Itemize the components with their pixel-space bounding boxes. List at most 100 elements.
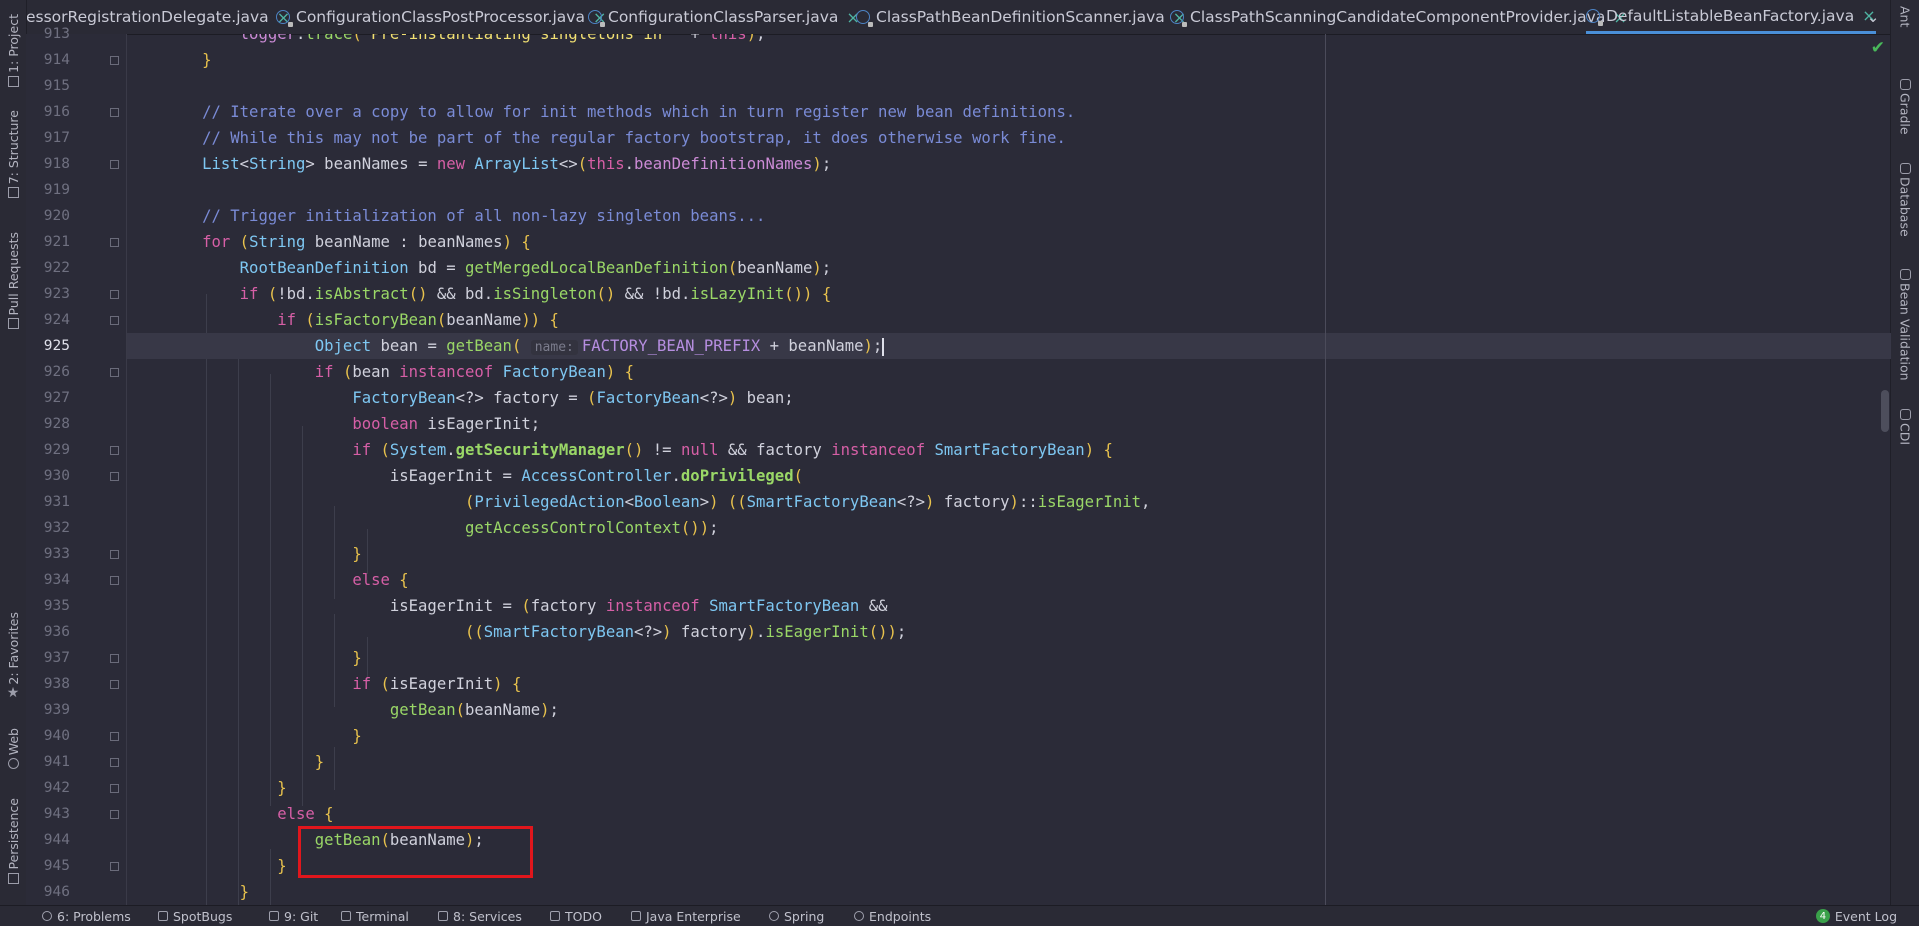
fold-marker-icon[interactable] xyxy=(110,108,119,117)
code-line-919[interactable] xyxy=(127,177,1891,203)
tab-default-listable-bean-factory[interactable]: DefaultListableBeanFactory.java × xyxy=(1586,0,1876,34)
java-enterprise-tool-button[interactable]: Java Enterprise xyxy=(631,906,741,926)
services-label: 8: Services xyxy=(453,908,522,924)
fold-marker-icon[interactable] xyxy=(110,56,119,65)
java-class-icon xyxy=(276,10,293,27)
line-number: 915 xyxy=(43,78,70,94)
code-line-938[interactable]: if (isEagerInit) { xyxy=(127,671,1891,697)
code-line-921[interactable]: for (String beanName : beanNames) { xyxy=(127,229,1891,255)
fold-marker-icon[interactable] xyxy=(110,732,119,741)
code-line-931[interactable]: (PrivilegedAction<Boolean>) ((SmartFacto… xyxy=(127,489,1891,515)
fold-marker-icon[interactable] xyxy=(110,550,119,559)
code-line-943[interactable]: else { xyxy=(127,801,1891,827)
fold-marker-icon[interactable] xyxy=(110,368,119,377)
code-line-946[interactable]: } xyxy=(127,879,1891,905)
code-line-940[interactable]: } xyxy=(127,723,1891,749)
fold-marker-icon[interactable] xyxy=(110,810,119,819)
fold-marker-icon[interactable] xyxy=(110,862,119,871)
code-line-939[interactable]: getBean(beanName); xyxy=(127,697,1891,723)
todo-tool-button[interactable]: TODO xyxy=(550,906,602,926)
fold-marker-icon[interactable] xyxy=(110,784,119,793)
inspection-ok-check-icon[interactable]: ✔ xyxy=(1871,38,1885,58)
tab-classpath-scanning-candidate-component-provider[interactable]: ClassPathScanningCandidateComponentProvi… xyxy=(1170,0,1627,34)
endpoints-icon xyxy=(854,911,864,921)
code-line-916[interactable]: // Iterate over a copy to allow for init… xyxy=(127,99,1891,125)
event-log-button[interactable]: 4 Event Log xyxy=(1815,906,1897,926)
code-line-934[interactable]: else { xyxy=(127,567,1891,593)
code-line-913[interactable]: logger.trace("Pre-instantiating singleto… xyxy=(127,34,1891,47)
code-line-928[interactable]: boolean isEagerInit; xyxy=(127,411,1891,437)
problems-label: 6: Problems xyxy=(57,908,131,924)
gradle-tool-button[interactable]: Gradle xyxy=(1891,76,1919,135)
tab-configuration-class-parser[interactable]: ConfigurationClassParser.java × xyxy=(588,0,860,34)
code-editor[interactable]: logger.trace("Pre-instantiating singleto… xyxy=(127,34,1891,905)
fold-marker-icon[interactable] xyxy=(110,654,119,663)
tab-label: ConfigurationClassParser.java xyxy=(608,8,839,26)
fold-marker-icon[interactable] xyxy=(110,680,119,689)
cdi-tool-button[interactable]: CDI xyxy=(1891,406,1919,445)
web-tool-button[interactable]: Web xyxy=(0,728,26,772)
code-line-922[interactable]: RootBeanDefinition bd = getMergedLocalBe… xyxy=(127,255,1891,281)
line-number: 922 xyxy=(43,260,70,276)
code-line-933[interactable]: } xyxy=(127,541,1891,567)
gradle-icon xyxy=(1899,79,1911,90)
spring-tool-button[interactable]: Spring xyxy=(769,906,824,926)
editor-gutter[interactable]: 913 914 915 916 917 918 919 920 921 922 923 924 925 9… xyxy=(26,26,127,905)
pull-requests-tool-button[interactable]: Pull Requests xyxy=(0,232,26,332)
fold-marker-icon[interactable] xyxy=(110,576,119,585)
editor-scrollbar-thumb[interactable] xyxy=(1881,390,1889,432)
line-number: 924 xyxy=(43,312,70,328)
project-tool-label: 1: Project xyxy=(5,14,21,73)
code-line-925[interactable]: Object bean = getBean( name: FACTORY_BEAN… xyxy=(127,333,1891,359)
code-line-942[interactable]: } xyxy=(127,775,1891,801)
tab-classpath-bean-definition-scanner[interactable]: ClassPathBeanDefinitionScanner.java × xyxy=(856,0,1186,34)
code-line-918[interactable]: List<String> beanNames = new ArrayList<>… xyxy=(127,151,1891,177)
code-line-941[interactable]: } xyxy=(127,749,1891,775)
database-tool-button[interactable]: Database xyxy=(1891,160,1919,237)
services-tool-button[interactable]: 8: Services xyxy=(438,906,522,926)
endpoints-tool-button[interactable]: Endpoints xyxy=(854,906,931,926)
code-line-920[interactable]: // Trigger initialization of all non-laz… xyxy=(127,203,1891,229)
globe-icon xyxy=(7,758,19,770)
cdi-icon xyxy=(1899,409,1911,420)
fold-marker-icon[interactable] xyxy=(110,758,119,767)
terminal-tool-button[interactable]: Terminal xyxy=(341,906,409,926)
tab-label: ClassPathScanningCandidateComponentProvi… xyxy=(1190,8,1606,26)
git-tool-button[interactable]: 9: Git xyxy=(269,906,318,926)
code-line-917[interactable]: // While this may not be part of the reg… xyxy=(127,125,1891,151)
project-tool-button[interactable]: 1: Project xyxy=(0,14,26,90)
line-number: 926 xyxy=(43,364,70,380)
code-line-923[interactable]: if (!bd.isAbstract() && bd.isSingleton()… xyxy=(127,281,1891,307)
java-enterprise-icon xyxy=(631,911,641,921)
code-line-914[interactable]: } xyxy=(127,47,1891,73)
code-line-926[interactable]: if (bean instanceof FactoryBean) { xyxy=(127,359,1891,385)
structure-icon xyxy=(7,187,19,199)
code-line-924[interactable]: if (isFactoryBean(beanName)) { xyxy=(127,307,1891,333)
code-line-937[interactable]: } xyxy=(127,645,1891,671)
code-line-929[interactable]: if (System.getSecurityManager() != null … xyxy=(127,437,1891,463)
favorites-tool-button[interactable]: 2: Favorites ★ xyxy=(0,612,26,701)
fold-marker-icon[interactable] xyxy=(110,290,119,299)
tab-overflow-chevron-icon[interactable]: ⌄ xyxy=(1856,0,1890,34)
fold-marker-icon[interactable] xyxy=(110,160,119,169)
line-number: 919 xyxy=(43,182,70,198)
structure-tool-button[interactable]: 7: Structure xyxy=(0,110,26,201)
tab-configuration-class-post-processor[interactable]: ConfigurationClassPostProcessor.java × xyxy=(276,0,606,34)
problems-tool-button[interactable]: 6: Problems xyxy=(42,906,131,926)
ant-tool-button[interactable]: Ant xyxy=(1891,6,1919,27)
code-line-935[interactable]: isEagerInit = (factory instanceof SmartF… xyxy=(127,593,1891,619)
bean-validation-tool-button[interactable]: Bean Validation xyxy=(1891,266,1919,381)
code-line-936[interactable]: ((SmartFactoryBean<?>) factory).isEagerI… xyxy=(127,619,1891,645)
spotbugs-tool-button[interactable]: SpotBugs xyxy=(158,906,232,926)
fold-marker-icon[interactable] xyxy=(110,316,119,325)
fold-marker-icon[interactable] xyxy=(110,238,119,247)
code-line-927[interactable]: FactoryBean<?> factory = (FactoryBean<?>… xyxy=(127,385,1891,411)
fold-marker-icon[interactable] xyxy=(110,446,119,455)
persistence-tool-button[interactable]: Persistence xyxy=(0,798,26,887)
code-line-930[interactable]: isEagerInit = AccessController.doPrivile… xyxy=(127,463,1891,489)
code-line-915[interactable] xyxy=(127,73,1891,99)
java-class-icon xyxy=(588,10,605,27)
database-tool-label: Database xyxy=(1897,177,1913,237)
code-line-932[interactable]: getAccessControlContext()); xyxy=(127,515,1891,541)
fold-marker-icon[interactable] xyxy=(110,472,119,481)
